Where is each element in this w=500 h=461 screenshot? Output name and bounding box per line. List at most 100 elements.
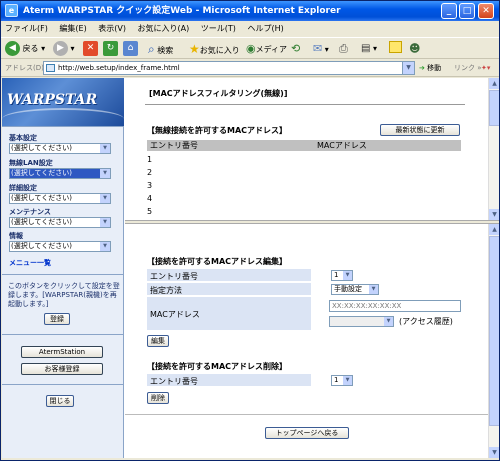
messenger-button[interactable]: ☻ — [409, 41, 420, 57]
home-button[interactable]: ⌂ — [123, 41, 138, 57]
top-page-button[interactable]: トップページへ戻る — [265, 427, 349, 439]
chevron-down-icon: ▼ — [100, 194, 110, 203]
minimize-button[interactable]: _ — [441, 3, 457, 19]
table-row: 4 — [147, 194, 153, 203]
sidebar-select-maintenance[interactable]: (選択してください) ▼ — [9, 217, 111, 228]
title-rule — [145, 104, 465, 105]
back-button[interactable]: ◀ 戻る ▾ — [5, 41, 45, 57]
chevron-down-icon[interactable]: ▼ — [402, 62, 414, 74]
mac-address-row: MACアドレス XX:XX:XX:XX:XX:XX ▼ (アクセス履歴) — [147, 297, 463, 331]
forward-arrow-icon: ▶ — [53, 41, 68, 56]
sidebar-select-basic[interactable]: (選択してください) ▼ — [9, 143, 111, 154]
method-select[interactable]: 手動設定 ▼ — [331, 284, 379, 295]
mac-table-header: エントリ番号 MACアドレス — [147, 140, 461, 151]
sidebar-label-advanced: 詳細設定 — [9, 184, 37, 192]
menu-file[interactable]: ファイル(F) — [5, 24, 48, 33]
page-title: [MACアドレスフィルタリング(無線)] — [149, 89, 288, 98]
footer-rule — [125, 414, 488, 415]
delete-entry-row: エントリ番号 1 ▼ — [147, 374, 463, 387]
delete-button[interactable]: 削除 — [147, 392, 169, 404]
scroll-thumb[interactable] — [489, 90, 499, 126]
messenger-icon: ☻ — [409, 42, 421, 55]
media-button[interactable]: ◉メディア — [246, 41, 287, 57]
ie-icon: e — [5, 4, 18, 17]
stop-icon: ✕ — [83, 41, 98, 56]
scroll-down-icon[interactable]: ▼ — [489, 447, 499, 458]
bottom-frame-scrollbar[interactable]: ▲ ▼ — [488, 224, 499, 458]
scroll-up-icon[interactable]: ▲ — [489, 78, 499, 89]
divider — [2, 126, 124, 127]
history-icon: ⟲ — [291, 42, 301, 55]
edit-submit-button[interactable]: 編集 — [147, 335, 169, 347]
edit-heading: 【接続を許可するMACアドレス編集】 — [147, 257, 288, 266]
method-row: 指定方法 手動設定 ▼ — [147, 283, 463, 296]
menu-list-link[interactable]: メニュー一覧 — [9, 258, 51, 268]
document-icon: ▤ — [361, 43, 371, 54]
col-entry: エントリ番号 — [150, 141, 198, 150]
sidebar: WARPSTAR 基本設定 (選択してください) ▼ 無線LAN設定 (選択してく… — [2, 78, 124, 458]
mac-list-frame: [MACアドレスフィルタリング(無線)] 【無線接続を許可するMACアドレス】 … — [125, 78, 488, 220]
stop-button[interactable]: ✕ — [83, 41, 98, 57]
chevron-down-icon: ▼ — [343, 271, 352, 280]
sidebar-label-info: 情報 — [9, 232, 23, 240]
history-button[interactable]: ⟲ — [291, 41, 300, 57]
logo-swoosh — [2, 108, 124, 126]
menu-view[interactable]: 表示(V) — [98, 24, 126, 33]
refresh-icon: ↻ — [103, 41, 118, 56]
search-icon: ⌕ — [148, 42, 155, 56]
extension-icon[interactable]: ✦▾ — [481, 59, 490, 77]
mail-icon: ✉ — [313, 42, 323, 55]
browser-window: e Aterm WARPSTAR クイック設定Web - Microsoft I… — [0, 0, 500, 461]
scroll-down-icon[interactable]: ▼ — [489, 209, 499, 220]
access-history-select[interactable]: ▼ — [329, 316, 394, 327]
sidebar-select-wlan[interactable]: (選択してください) ▼ — [9, 168, 111, 179]
page-icon — [46, 64, 55, 72]
table-row: 3 — [147, 181, 153, 190]
warpstar-logo: WARPSTAR — [2, 78, 124, 126]
address-input[interactable]: http://web.setup/index_frame.html ▼ — [43, 61, 415, 75]
menu-help[interactable]: ヘルプ(H) — [247, 24, 283, 33]
search-button[interactable]: ⌕ 検索 — [148, 41, 173, 57]
sidebar-select-info[interactable]: (選択してください) ▼ — [9, 241, 111, 252]
mail-button[interactable]: ✉ ▾ — [313, 41, 329, 57]
sidebar-select-advanced[interactable]: (選択してください) ▼ — [9, 193, 111, 204]
top-frame-scrollbar[interactable]: ▲ ▼ — [488, 78, 499, 220]
title-bar: e Aterm WARPSTAR クイック設定Web - Microsoft I… — [1, 1, 499, 21]
scroll-up-icon[interactable]: ▲ — [489, 224, 499, 235]
divider — [2, 334, 124, 335]
menu-edit[interactable]: 編集(E) — [59, 24, 86, 33]
menu-tools[interactable]: ツール(T) — [201, 24, 236, 33]
register-note: このボタンをクリックして設定を登録します。[WARPSTAR(親機)を再起動しま… — [8, 282, 120, 308]
close-page-button[interactable]: 閉じる — [46, 395, 74, 407]
mac-address-input[interactable]: XX:XX:XX:XX:XX:XX — [329, 300, 461, 312]
notes-button[interactable] — [389, 41, 402, 57]
address-label: アドレス(D) — [5, 64, 44, 72]
close-button[interactable]: ✕ — [478, 3, 494, 19]
allowed-mac-heading: 【無線接続を許可するMACアドレス】 — [147, 126, 288, 135]
edit-button[interactable]: ▤ ▾ — [361, 41, 377, 57]
links-button[interactable]: リンク » — [454, 59, 482, 77]
scroll-thumb[interactable] — [489, 236, 499, 426]
chevron-down-icon: ▼ — [369, 285, 378, 294]
customer-register-button[interactable]: お客様登録 — [21, 363, 103, 375]
media-icon: ◉ — [246, 42, 256, 55]
refresh-status-button[interactable]: 最新状態に更新 — [380, 124, 460, 136]
window-title: Aterm WARPSTAR クイック設定Web - Microsoft Int… — [23, 6, 341, 16]
maximize-button[interactable]: □ — [459, 3, 475, 19]
divider — [2, 274, 124, 275]
mac-edit-frame: 【接続を許可するMACアドレス編集】 エントリ番号 1 ▼ 指定方法 手動設定 ▼ … — [125, 224, 488, 458]
go-button[interactable]: ➔ 移動 — [419, 59, 441, 77]
favorites-button[interactable]: ★お気に入り — [189, 41, 240, 57]
register-button[interactable]: 登録 — [44, 313, 70, 325]
table-row: 2 — [147, 168, 153, 177]
refresh-button[interactable]: ↻ — [103, 41, 118, 57]
aterm-station-button[interactable]: AtermStation — [21, 346, 103, 358]
sidebar-label-wlan: 無線LAN設定 — [9, 159, 53, 167]
edit-entry-select[interactable]: 1 ▼ — [331, 270, 353, 281]
delete-entry-select[interactable]: 1 ▼ — [331, 375, 353, 386]
menu-favorites[interactable]: お気に入り(A) — [138, 24, 190, 33]
chevron-down-icon: ▼ — [343, 376, 352, 385]
forward-button[interactable]: ▶ ▾ — [53, 41, 75, 57]
print-button[interactable]: ⎙ — [339, 41, 348, 57]
go-arrow-icon: ➔ — [419, 64, 425, 72]
